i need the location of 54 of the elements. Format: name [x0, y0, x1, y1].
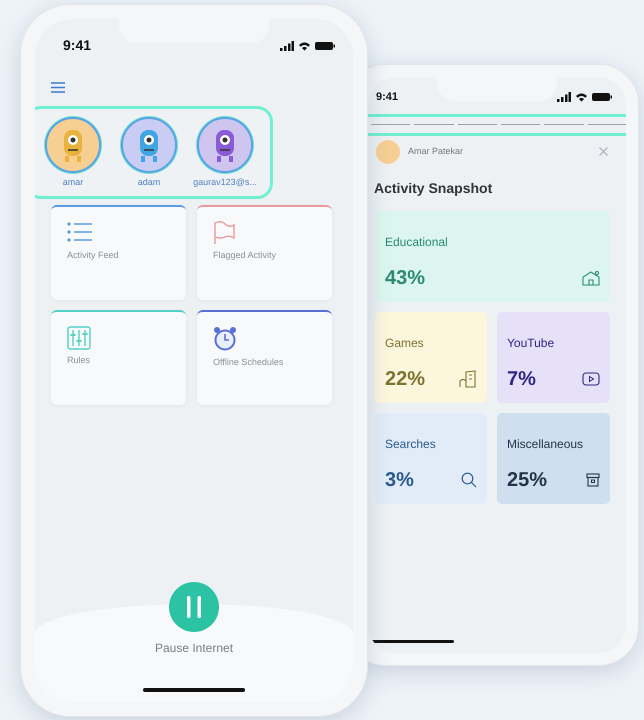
close-icon — [599, 146, 608, 156]
snapshot-title: Activity Snapshot — [374, 178, 494, 198]
menu-tile[interactable]: Rules — [51, 310, 186, 404]
category-percent: 43% — [385, 266, 426, 290]
profile-avatar[interactable] — [121, 117, 177, 173]
user-avatar — [376, 140, 400, 164]
flag-icon — [213, 220, 235, 244]
pause-label: Pause Internet — [154, 640, 234, 657]
profile-name: gaurav123@s... — [193, 176, 257, 189]
wifi-icon — [298, 40, 311, 50]
category-label: Miscellaneous — [507, 436, 584, 452]
profile-avatar[interactable] — [197, 117, 253, 173]
category-percent: 7% — [507, 366, 536, 392]
category-card[interactable]: YouTube 7% — [497, 312, 610, 402]
alarm-clock-icon — [213, 326, 237, 352]
category-label: Searches — [385, 436, 437, 452]
pause-icon — [187, 596, 201, 618]
search-icon — [461, 472, 477, 488]
category-card[interactable]: Educational 43% — [375, 210, 610, 302]
building-icon — [459, 370, 477, 388]
profile-avatar[interactable] — [45, 117, 101, 173]
menu-tile[interactable]: Offline Schedules — [197, 310, 332, 404]
play-icon — [582, 372, 600, 386]
sliders-icon — [67, 326, 91, 350]
tile-label: Flagged Activity — [213, 248, 278, 262]
status-time: 9:41 — [63, 36, 92, 55]
profile-name: adam — [138, 176, 160, 189]
signal-icon — [280, 40, 294, 50]
category-label: Educational — [385, 234, 449, 250]
wifi-icon — [575, 92, 588, 102]
house-icon — [582, 270, 600, 286]
battery-icon — [592, 92, 612, 102]
category-card[interactable]: Games 22% — [375, 312, 487, 402]
category-card[interactable]: Miscellaneous 25% — [497, 412, 610, 504]
category-percent: 3% — [385, 468, 414, 492]
menu-tile[interactable]: Flagged Activity — [197, 204, 332, 300]
tile-label: Offline Schedules — [213, 356, 284, 368]
category-percent: 25% — [507, 468, 548, 492]
signal-icon — [557, 92, 571, 102]
pause-button[interactable] — [169, 582, 219, 632]
tile-label: Rules — [67, 354, 92, 367]
category-card[interactable]: Searches 3% — [375, 412, 487, 504]
menu-icon — [51, 82, 65, 94]
list-icon — [67, 221, 93, 244]
category-percent: 22% — [385, 366, 426, 392]
user-name: Amar Patekar — [408, 144, 464, 158]
category-label: YouTube — [507, 334, 556, 352]
category-label: Games — [385, 334, 425, 352]
battery-icon — [315, 40, 335, 50]
menu-tile[interactable]: Activity Feed — [51, 204, 186, 300]
status-time: 9:41 — [376, 90, 398, 105]
profile-name: amar — [62, 176, 84, 189]
archive-box-icon — [586, 472, 600, 486]
tile-label: Activity Feed — [67, 248, 120, 262]
